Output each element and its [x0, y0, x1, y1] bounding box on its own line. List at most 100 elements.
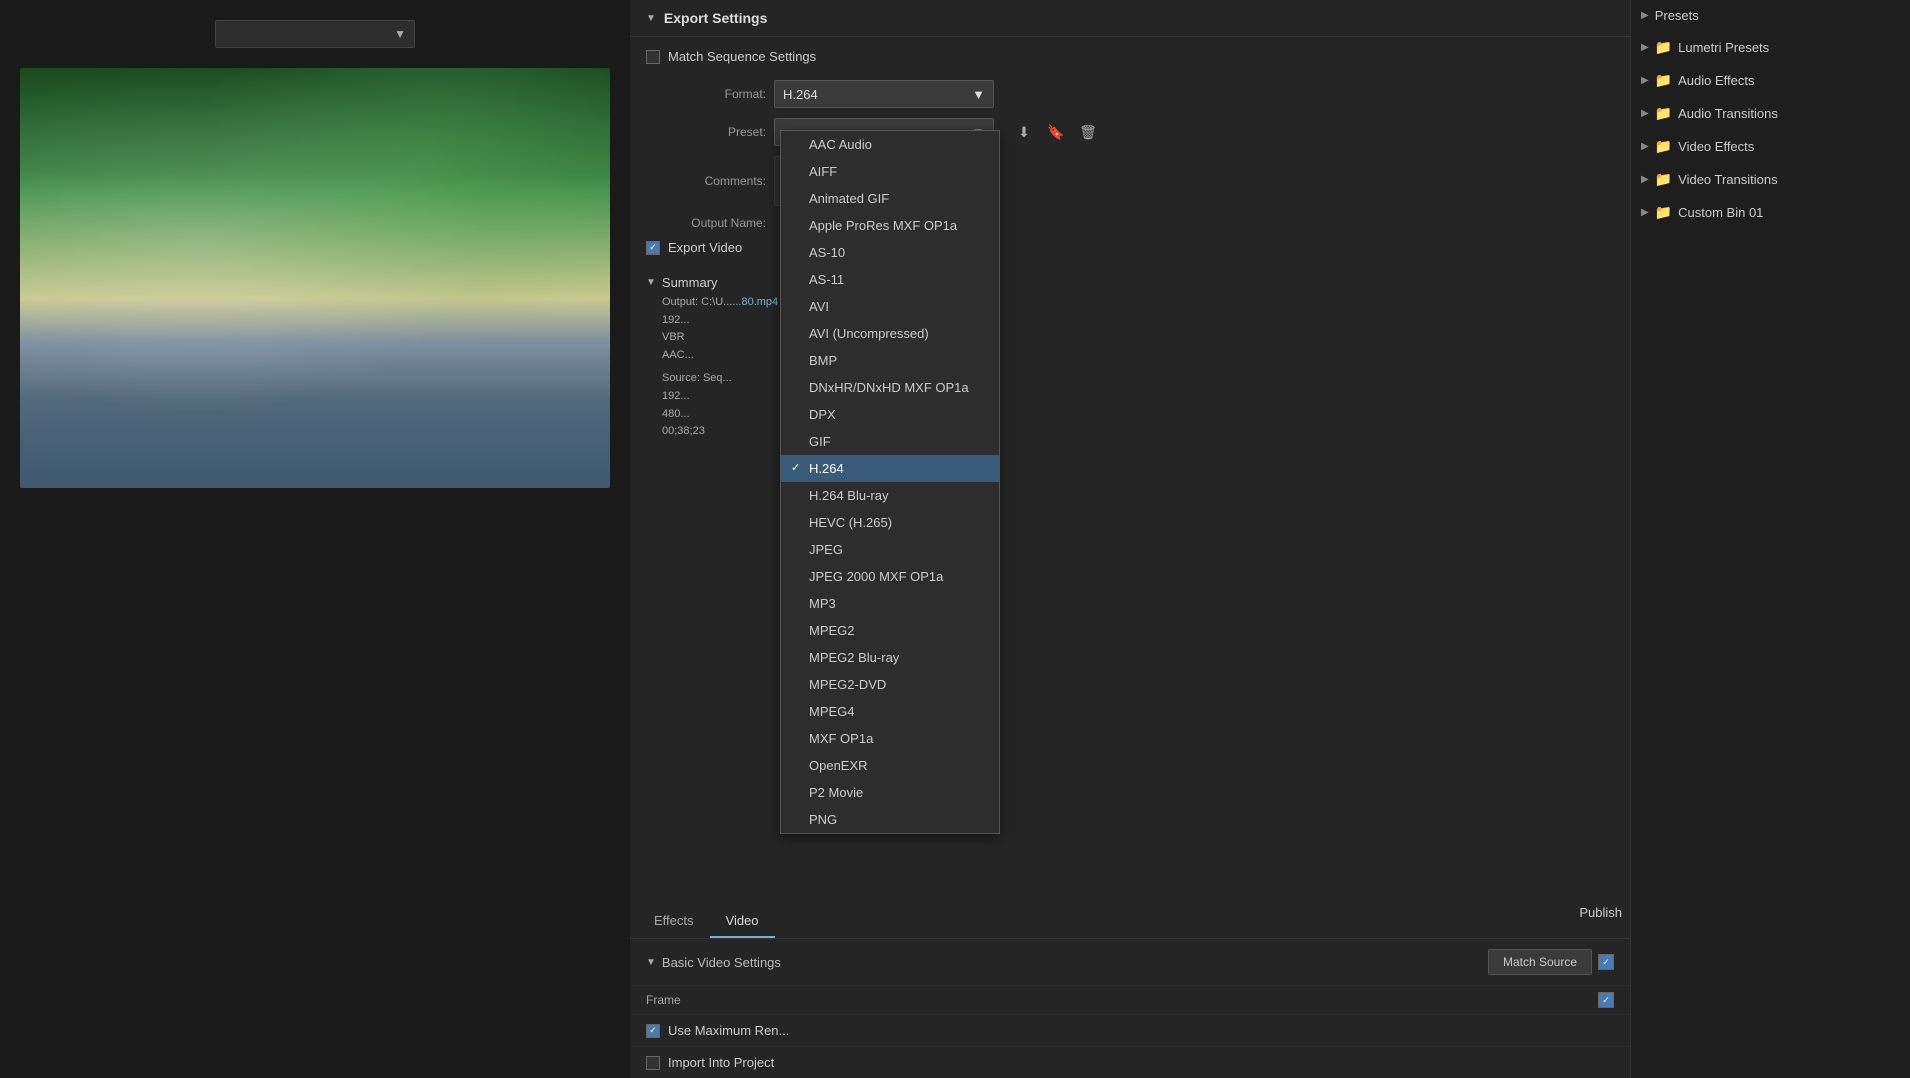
match-sequence-row: Match Sequence Settings	[646, 49, 1614, 64]
dropdown-item[interactable]: AVI (Uncompressed)	[781, 320, 999, 347]
format-row: Format: H.264 ▼	[646, 80, 1614, 108]
tab-spacer	[775, 905, 1580, 938]
dropdown-item[interactable]: HEVC (H.265)	[781, 509, 999, 536]
dropdown-item[interactable]: MPEG2	[781, 617, 999, 644]
use-max-render-label: Use Maximum Ren...	[668, 1023, 789, 1038]
dropdown-item[interactable]: H.264	[781, 455, 999, 482]
export-title: Export Settings	[664, 10, 767, 26]
save-preset-icon[interactable]: 🔖	[1042, 118, 1070, 146]
dropdown-arrow-icon: ▼	[394, 27, 406, 41]
dropdown-item[interactable]: MPEG2-DVD	[781, 671, 999, 698]
output-name-label: Output Name:	[646, 216, 766, 230]
comments-label: Comments:	[646, 174, 766, 188]
export-video-checkbox[interactable]: ✓	[646, 241, 660, 255]
dropdown-item[interactable]: Apple ProRes MXF OP1a	[781, 212, 999, 239]
left-panel: ▼	[0, 0, 630, 1078]
chevron-icon: ▶	[1641, 42, 1649, 53]
chevron-icon: ▶	[1641, 207, 1649, 218]
collapse-arrow-icon[interactable]: ▼	[646, 13, 656, 24]
dropdown-item[interactable]: MP3	[781, 590, 999, 617]
summary-label: Summary	[662, 275, 718, 290]
frame-row: Frame ✓	[630, 986, 1630, 1014]
export-video-label: Export Video	[668, 240, 742, 255]
right-panel-item-presets[interactable]: ▶ Presets	[1631, 0, 1910, 31]
sequence-dropdown[interactable]: ▼	[215, 20, 415, 48]
right-panel-item-video-effects[interactable]: ▶ 📁 Video Effects	[1631, 130, 1910, 163]
format-dropdown: AAC AudioAIFFAnimated GIFApple ProRes MX…	[780, 130, 1000, 834]
chevron-icon: ▶	[1641, 174, 1649, 185]
right-panel: ▶ Presets ▶ 📁 Lumetri Presets ▶ 📁 Audio Effects…	[1630, 0, 1910, 1078]
dropdown-item[interactable]: MXF OP1a	[781, 725, 999, 752]
summary-collapse-icon[interactable]: ▼	[646, 277, 656, 288]
frame-checkbox[interactable]: ✓	[1598, 992, 1614, 1008]
right-panel-label: Video Effects	[1678, 139, 1754, 154]
tabs-row: Effects Video Publish	[630, 905, 1630, 939]
right-panel-label: Video Transitions	[1678, 172, 1778, 187]
basic-video-checkbox[interactable]: ✓	[1598, 954, 1614, 970]
tab-video[interactable]: Video	[710, 905, 775, 938]
folder-icon: 📁	[1655, 105, 1672, 122]
toolbar-icons: ⬇ 🔖 🗑	[1010, 118, 1102, 146]
right-panel-label: Lumetri Presets	[1678, 40, 1769, 55]
dropdown-item[interactable]: BMP	[781, 347, 999, 374]
folder-icon: 📁	[1655, 39, 1672, 56]
format-label: Format:	[646, 87, 766, 101]
right-panel-label: Custom Bin 01	[1678, 205, 1763, 220]
dropdown-item[interactable]: AS-11	[781, 266, 999, 293]
match-sequence-checkbox[interactable]	[646, 50, 660, 64]
chevron-icon: ▶	[1641, 108, 1649, 119]
right-panel-item-lumetri-presets[interactable]: ▶ 📁 Lumetri Presets	[1631, 31, 1910, 64]
dropdown-item[interactable]: DPX	[781, 401, 999, 428]
right-panel-label: Audio Effects	[1678, 73, 1754, 88]
right-panel-item-custom-bin-01[interactable]: ▶ 📁 Custom Bin 01	[1631, 196, 1910, 229]
tab-publish[interactable]: Publish	[1579, 905, 1622, 938]
dropdown-item[interactable]: JPEG 2000 MXF OP1a	[781, 563, 999, 590]
basic-video-settings-row: ▼ Basic Video Settings Match Source ✓	[630, 939, 1630, 986]
format-select[interactable]: H.264 ▼	[774, 80, 994, 108]
tab-effects[interactable]: Effects	[638, 905, 710, 938]
format-dropdown-arrow-icon: ▼	[972, 87, 985, 102]
dropdown-item[interactable]: MPEG4	[781, 698, 999, 725]
import-into-project-checkbox[interactable]	[646, 1056, 660, 1070]
download-icon[interactable]: ⬇	[1010, 118, 1038, 146]
dropdown-item[interactable]: AS-10	[781, 239, 999, 266]
dropdown-item[interactable]: GIF	[781, 428, 999, 455]
folder-icon: 📁	[1655, 204, 1672, 221]
export-header: ▼ Export Settings	[630, 0, 1630, 37]
right-panel-item-audio-effects[interactable]: ▶ 📁 Audio Effects	[1631, 64, 1910, 97]
dropdown-item[interactable]: MPEG2 Blu-ray	[781, 644, 999, 671]
dropdown-item[interactable]: PNG	[781, 806, 999, 833]
basic-video-collapse-icon[interactable]: ▼	[646, 957, 656, 968]
right-panel-label: Presets	[1655, 8, 1699, 23]
dropdown-item[interactable]: AVI	[781, 293, 999, 320]
import-into-project-label: Import Into Project	[668, 1055, 774, 1070]
right-panel-item-audio-transitions[interactable]: ▶ 📁 Audio Transitions	[1631, 97, 1910, 130]
dropdown-item[interactable]: P2 Movie	[781, 779, 999, 806]
dropdown-item[interactable]: OpenEXR	[781, 752, 999, 779]
dropdown-item[interactable]: H.264 Blu-ray	[781, 482, 999, 509]
use-max-render-checkbox[interactable]: ✓	[646, 1024, 660, 1038]
preview-image	[20, 68, 610, 488]
dropdown-item[interactable]: AIFF	[781, 158, 999, 185]
dropdown-item[interactable]: DNxHR/DNxHD MXF OP1a	[781, 374, 999, 401]
chevron-icon: ▶	[1641, 141, 1649, 152]
folder-icon: 📁	[1655, 138, 1672, 155]
frame-label: Frame	[646, 993, 681, 1007]
chevron-icon: ▶	[1641, 75, 1649, 86]
import-into-project-row: Import Into Project	[630, 1046, 1630, 1078]
basic-video-label: Basic Video Settings	[662, 955, 781, 970]
folder-icon: 📁	[1655, 72, 1672, 89]
right-panel-item-video-transitions[interactable]: ▶ 📁 Video Transitions	[1631, 163, 1910, 196]
preview-image-inner	[20, 68, 610, 488]
chevron-icon: ▶	[1641, 10, 1649, 21]
match-source-button[interactable]: Match Source	[1488, 949, 1592, 975]
dropdown-item[interactable]: Animated GIF	[781, 185, 999, 212]
format-value: H.264	[783, 87, 818, 102]
dropdown-item[interactable]: JPEG	[781, 536, 999, 563]
dropdown-item[interactable]: AAC Audio	[781, 131, 999, 158]
match-sequence-label: Match Sequence Settings	[668, 49, 816, 64]
folder-icon: 📁	[1655, 171, 1672, 188]
delete-preset-icon[interactable]: 🗑	[1074, 118, 1102, 146]
right-panel-label: Audio Transitions	[1678, 106, 1778, 121]
main-panel: ▼ Export Settings Match Sequence Setting…	[630, 0, 1630, 1078]
